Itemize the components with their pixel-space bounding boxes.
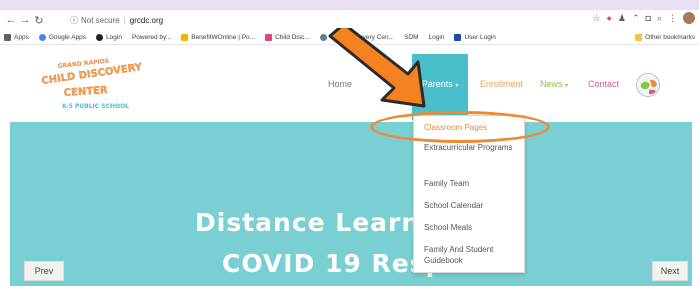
search-icon[interactable]: ⌕ xyxy=(657,13,662,24)
browser-extensions: ☆ ● ♟ ⌃ ◘ ⌕ ⋮ xyxy=(592,12,695,24)
logo-line-3: CENTER xyxy=(63,85,108,99)
nav-news-label: News xyxy=(540,79,563,89)
bookmark-apps[interactable]: Apps xyxy=(4,33,29,41)
bookmark-label: User Login xyxy=(464,33,496,41)
prev-button[interactable]: Prev xyxy=(24,261,64,281)
menu-item-extracurricular[interactable]: Extracurricular Programs xyxy=(424,142,520,153)
security-label: Not secure xyxy=(81,15,120,25)
bookmark-label: Login xyxy=(106,33,122,41)
bookmark-benefit[interactable]: BenefitWOnline | Po... xyxy=(181,33,256,41)
browser-tab-strip xyxy=(0,0,699,10)
back-icon[interactable]: ← xyxy=(4,13,18,27)
url-text: grcdc.org xyxy=(129,15,164,25)
bookmark-user-login[interactable]: User Login xyxy=(454,33,496,41)
logo-line-4: K-5 PUBLIC SCHOOL xyxy=(62,103,129,110)
nav-news[interactable]: News ▾ xyxy=(540,79,568,89)
globe-icon[interactable] xyxy=(636,73,660,97)
school-logo[interactable]: GRAND RAPIDS CHILD DISCOVERY CENTER K-5 … xyxy=(36,56,156,116)
bookmark-label: Other bookmarks xyxy=(645,33,695,41)
reload-icon[interactable]: ↻ xyxy=(32,13,46,27)
person-icon[interactable]: ♟ xyxy=(618,13,626,24)
address-bar[interactable]: ⓘ Not secure | grcdc.org xyxy=(64,12,574,28)
bookmark-label: Google Apps xyxy=(48,33,87,41)
menu-item-family-team[interactable]: Family Team xyxy=(424,178,520,189)
hero-title: Distance Learn xyxy=(195,208,421,237)
bookmark-other[interactable]: Other bookmarks xyxy=(635,33,695,41)
bookmark-label: Powered by... xyxy=(131,33,172,41)
menu-icon[interactable]: ⋮ xyxy=(668,13,677,24)
avatar[interactable] xyxy=(683,12,695,24)
next-button[interactable]: Next xyxy=(652,261,688,281)
forward-icon[interactable]: → xyxy=(18,13,32,27)
bookmark-label: Apps xyxy=(14,33,29,41)
bookmark-label: BenefitWOnline | Po... xyxy=(191,33,256,41)
menu-item-school-calendar[interactable]: School Calendar xyxy=(424,200,520,211)
bookmark-powered-by[interactable]: Powered by... xyxy=(132,34,171,41)
star-icon[interactable]: ☆ xyxy=(592,13,600,24)
shield-icon[interactable]: ● xyxy=(606,13,611,23)
camera-icon[interactable]: ◘ xyxy=(646,13,651,23)
menu-item-school-meals[interactable]: School Meals xyxy=(424,222,520,233)
chevron-up-icon[interactable]: ⌃ xyxy=(632,13,640,24)
bookmark-google-apps[interactable]: Google Apps xyxy=(38,33,87,41)
caret-down-icon: ▾ xyxy=(565,83,569,89)
nav-contact[interactable]: Contact xyxy=(588,79,619,89)
bookmark-login[interactable]: Login xyxy=(96,33,122,41)
info-icon[interactable]: ⓘ xyxy=(70,15,78,26)
browser-toolbar: ← → ↻ ⓘ Not secure | grcdc.org ☆ ● ♟ ⌃ ◘… xyxy=(0,10,699,30)
annotation-arrow-icon xyxy=(328,28,426,108)
page: ← → ↻ ⓘ Not secure | grcdc.org ☆ ● ♟ ⌃ ◘… xyxy=(0,0,699,286)
menu-item-guidebook[interactable]: Family And Student Guidebook xyxy=(424,244,520,266)
nav-enrollment[interactable]: Enrollment xyxy=(480,79,523,89)
